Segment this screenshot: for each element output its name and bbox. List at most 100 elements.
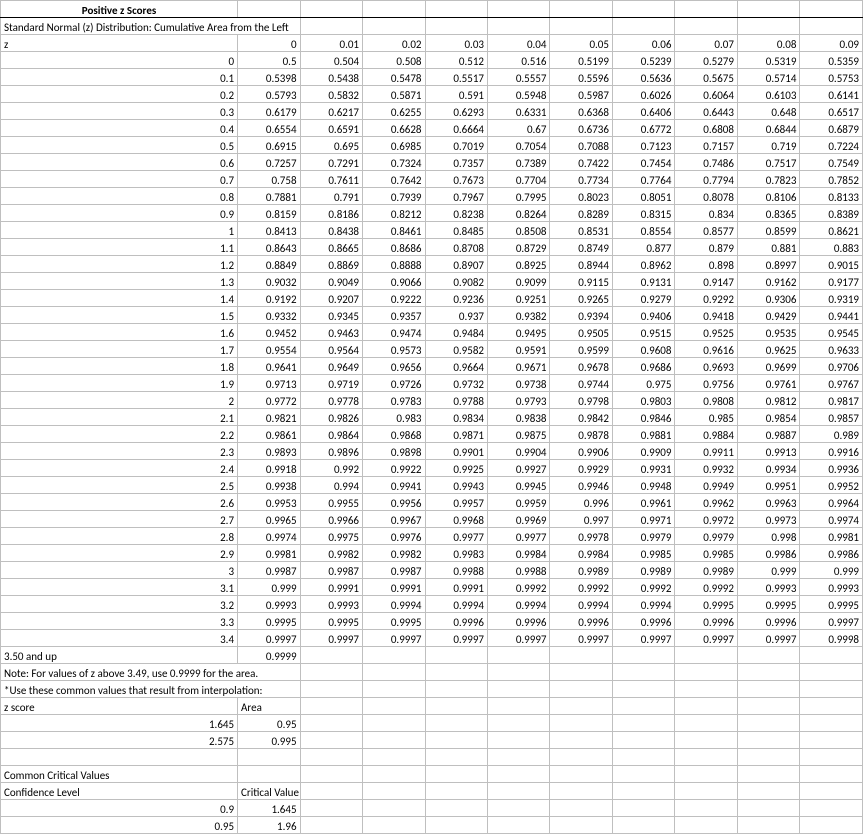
prob-value: 0.9525 — [675, 324, 737, 341]
prob-value: 0.9066 — [363, 273, 425, 290]
table-row: 2.70.99650.99660.99670.99680.99690.9970.… — [1, 511, 863, 528]
table-row: 0.70.7580.76110.76420.76730.77040.77340.… — [1, 171, 863, 188]
empty-cell — [425, 715, 487, 732]
prob-value: 0.8133 — [800, 188, 863, 205]
empty-cell — [800, 647, 863, 664]
interp-z: 1.645 — [1, 715, 238, 732]
prob-value: 0.9719 — [300, 375, 362, 392]
prob-value: 0.9798 — [550, 392, 612, 409]
prob-value: 0.9962 — [675, 494, 737, 511]
table-row: 3.30.99950.99950.99950.99960.99960.99960… — [1, 613, 863, 630]
prob-value: 0.9911 — [675, 443, 737, 460]
prob-value: 0.5793 — [238, 86, 300, 103]
prob-value: 0.9993 — [737, 579, 799, 596]
prob-value: 0.9951 — [737, 477, 799, 494]
prob-value: 0.8749 — [550, 239, 612, 256]
col-header: 0.03 — [425, 35, 487, 52]
empty-cell — [800, 766, 863, 783]
prob-value: 0.9177 — [800, 273, 863, 290]
empty-cell — [363, 800, 425, 817]
z-value: 1.1 — [1, 239, 238, 256]
prob-value: 0.7454 — [612, 154, 674, 171]
prob-value: 0.9495 — [487, 324, 549, 341]
empty-cell — [487, 681, 549, 698]
empty-cell — [675, 18, 737, 35]
prob-value: 0.516 — [487, 52, 549, 69]
empty-cell — [800, 698, 863, 715]
interp-header: *Use these common values that result fro… — [1, 681, 301, 698]
crit-val: 1.645 — [238, 800, 300, 817]
crit-col-val: Critical Value — [238, 783, 300, 800]
prob-value: 0.9292 — [675, 290, 737, 307]
prob-value: 0.9732 — [425, 375, 487, 392]
prob-value: 0.5557 — [487, 69, 549, 86]
prob-value: 0.998 — [737, 528, 799, 545]
empty-cell — [612, 817, 674, 834]
prob-value: 0.9996 — [550, 613, 612, 630]
table-row: 2.20.98610.98640.98680.98710.98750.98780… — [1, 426, 863, 443]
z-value: 2.8 — [1, 528, 238, 545]
prob-value: 0.5199 — [550, 52, 612, 69]
prob-value: 0.6368 — [550, 103, 612, 120]
prob-value: 0.9986 — [800, 545, 863, 562]
prob-value: 0.9783 — [363, 392, 425, 409]
prob-value: 0.5438 — [300, 69, 362, 86]
prob-value: 0.9671 — [487, 358, 549, 375]
prob-value: 0.8888 — [363, 256, 425, 273]
empty-cell — [737, 800, 799, 817]
prob-value: 0.8289 — [550, 205, 612, 222]
table-row: 1.80.96410.96490.96560.96640.96710.96780… — [1, 358, 863, 375]
prob-value: 0.8485 — [425, 222, 487, 239]
empty-cell — [675, 766, 737, 783]
table-row: 2.80.99740.99750.99760.99770.99770.99780… — [1, 528, 863, 545]
prob-value: 0.883 — [800, 239, 863, 256]
z-value: 0.7 — [1, 171, 238, 188]
table-row: 1.40.91920.92070.92220.92360.92510.92650… — [1, 290, 863, 307]
prob-value: 0.9974 — [238, 528, 300, 545]
prob-value: 0.9993 — [300, 596, 362, 613]
prob-value: 0.9976 — [363, 528, 425, 545]
prob-value: 0.67 — [487, 120, 549, 137]
prob-value: 0.7054 — [487, 137, 549, 154]
prob-value: 0.9826 — [300, 409, 362, 426]
prob-value: 0.7019 — [425, 137, 487, 154]
prob-value: 0.9922 — [363, 460, 425, 477]
empty-cell — [612, 18, 674, 35]
prob-value: 0.8554 — [612, 222, 674, 239]
empty-cell — [487, 817, 549, 834]
prob-value: 0.648 — [737, 103, 799, 120]
prob-value: 0.7611 — [300, 171, 362, 188]
prob-value: 0.5714 — [737, 69, 799, 86]
empty-cell — [550, 766, 612, 783]
table-row: 2.40.99180.9920.99220.99250.99270.99290.… — [1, 460, 863, 477]
prob-value: 0.8078 — [675, 188, 737, 205]
empty-cell — [550, 18, 612, 35]
tail-value: 0.9999 — [238, 647, 300, 664]
empty-cell — [737, 664, 799, 681]
table-row: 2.30.98930.98960.98980.99010.99040.99060… — [1, 443, 863, 460]
col-header: 0.05 — [550, 35, 612, 52]
prob-value: 0.9382 — [487, 307, 549, 324]
prob-value: 0.9931 — [612, 460, 674, 477]
prob-value: 0.9761 — [737, 375, 799, 392]
prob-value: 0.6517 — [800, 103, 863, 120]
prob-value: 0.9868 — [363, 426, 425, 443]
z-value: 2.1 — [1, 409, 238, 426]
z-value: 2.7 — [1, 511, 238, 528]
prob-value: 0.9861 — [238, 426, 300, 443]
prob-value: 0.9406 — [612, 307, 674, 324]
prob-value: 0.6293 — [425, 103, 487, 120]
prob-value: 0.9678 — [550, 358, 612, 375]
prob-value: 0.9964 — [800, 494, 863, 511]
col-header: 0.07 — [675, 35, 737, 52]
z-value: 1.8 — [1, 358, 238, 375]
prob-value: 0.9251 — [487, 290, 549, 307]
prob-value: 0.9713 — [238, 375, 300, 392]
prob-value: 0.9015 — [800, 256, 863, 273]
prob-value: 0.9981 — [800, 528, 863, 545]
prob-value: 0.8849 — [238, 256, 300, 273]
prob-value: 0.8531 — [550, 222, 612, 239]
prob-value: 0.9968 — [425, 511, 487, 528]
empty-cell — [300, 749, 362, 766]
prob-value: 0.8508 — [487, 222, 549, 239]
